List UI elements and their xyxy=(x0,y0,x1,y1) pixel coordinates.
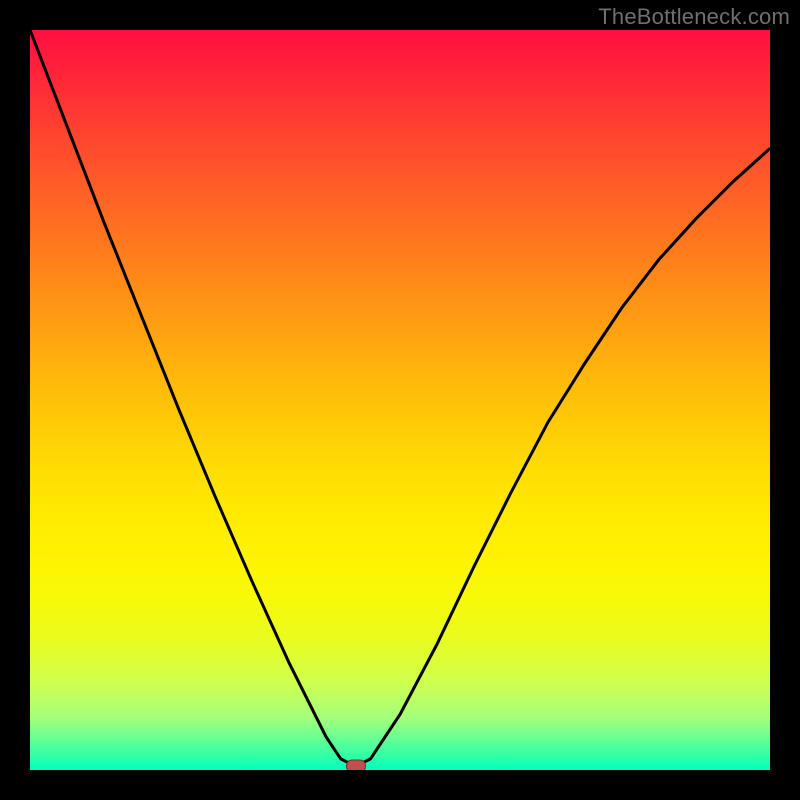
chart-frame: TheBottleneck.com xyxy=(0,0,800,800)
watermark-text: TheBottleneck.com xyxy=(598,4,790,30)
curve-path xyxy=(30,30,770,766)
minimum-marker xyxy=(346,760,366,770)
bottleneck-curve xyxy=(30,30,770,770)
plot-area xyxy=(30,30,770,770)
